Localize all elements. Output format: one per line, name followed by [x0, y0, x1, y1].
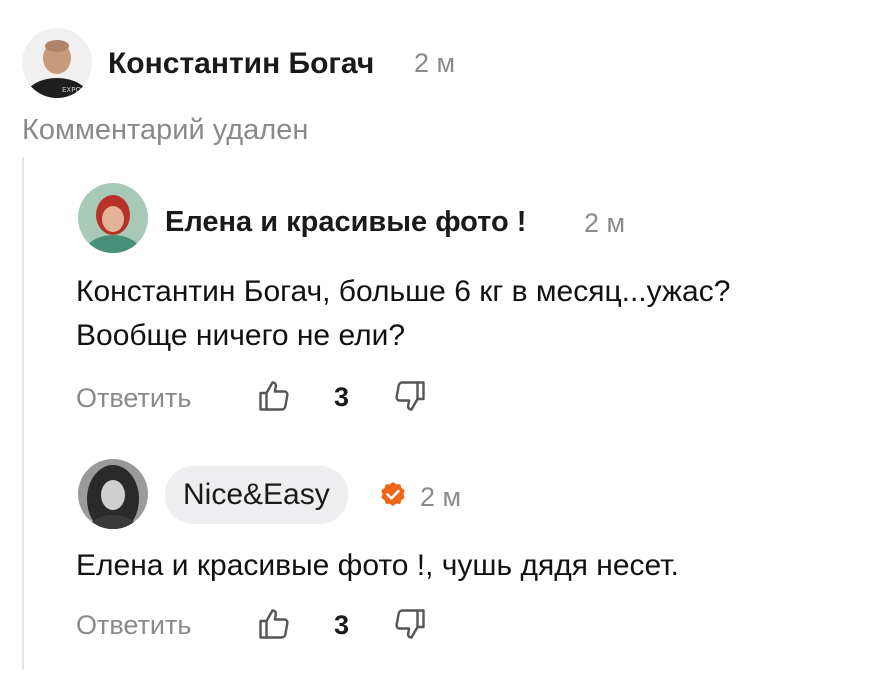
verified-badge-icon: [378, 480, 408, 510]
avatar-nice-easy[interactable]: [78, 459, 148, 529]
deleted-comment-text: Комментарий удален: [22, 114, 309, 146]
author-name-pill[interactable]: Nice&Easy: [165, 466, 348, 524]
timestamp: 2 м: [414, 48, 456, 78]
comment-text-line: Елена и красивые фото !, чушь дядя несет…: [76, 549, 679, 582]
reply-button[interactable]: Ответить: [76, 610, 191, 641]
timestamp: 2 м: [584, 208, 626, 238]
like-count: 3: [334, 382, 350, 412]
author-name[interactable]: Елена и красивые фото !: [165, 206, 526, 239]
thumbs-up-icon[interactable]: [256, 378, 292, 414]
thread-line: [22, 157, 24, 669]
like-count: 3: [334, 610, 350, 640]
reply-button[interactable]: Ответить: [76, 383, 191, 414]
author-name[interactable]: Константин Богач: [108, 47, 374, 81]
svg-text:EXPO: EXPO: [62, 86, 81, 94]
thumbs-down-icon[interactable]: [392, 378, 428, 414]
comment-text-line: Вообще ничего не ели?: [76, 319, 406, 352]
avatar-konstantin[interactable]: EXPO: [22, 28, 92, 98]
avatar-elena[interactable]: [78, 183, 148, 253]
thumbs-down-icon[interactable]: [392, 606, 428, 642]
thumbs-up-icon[interactable]: [256, 606, 292, 642]
timestamp: 2 м: [420, 482, 462, 512]
comment-text-line: Константин Богач, больше 6 кг в месяц...…: [76, 275, 731, 308]
